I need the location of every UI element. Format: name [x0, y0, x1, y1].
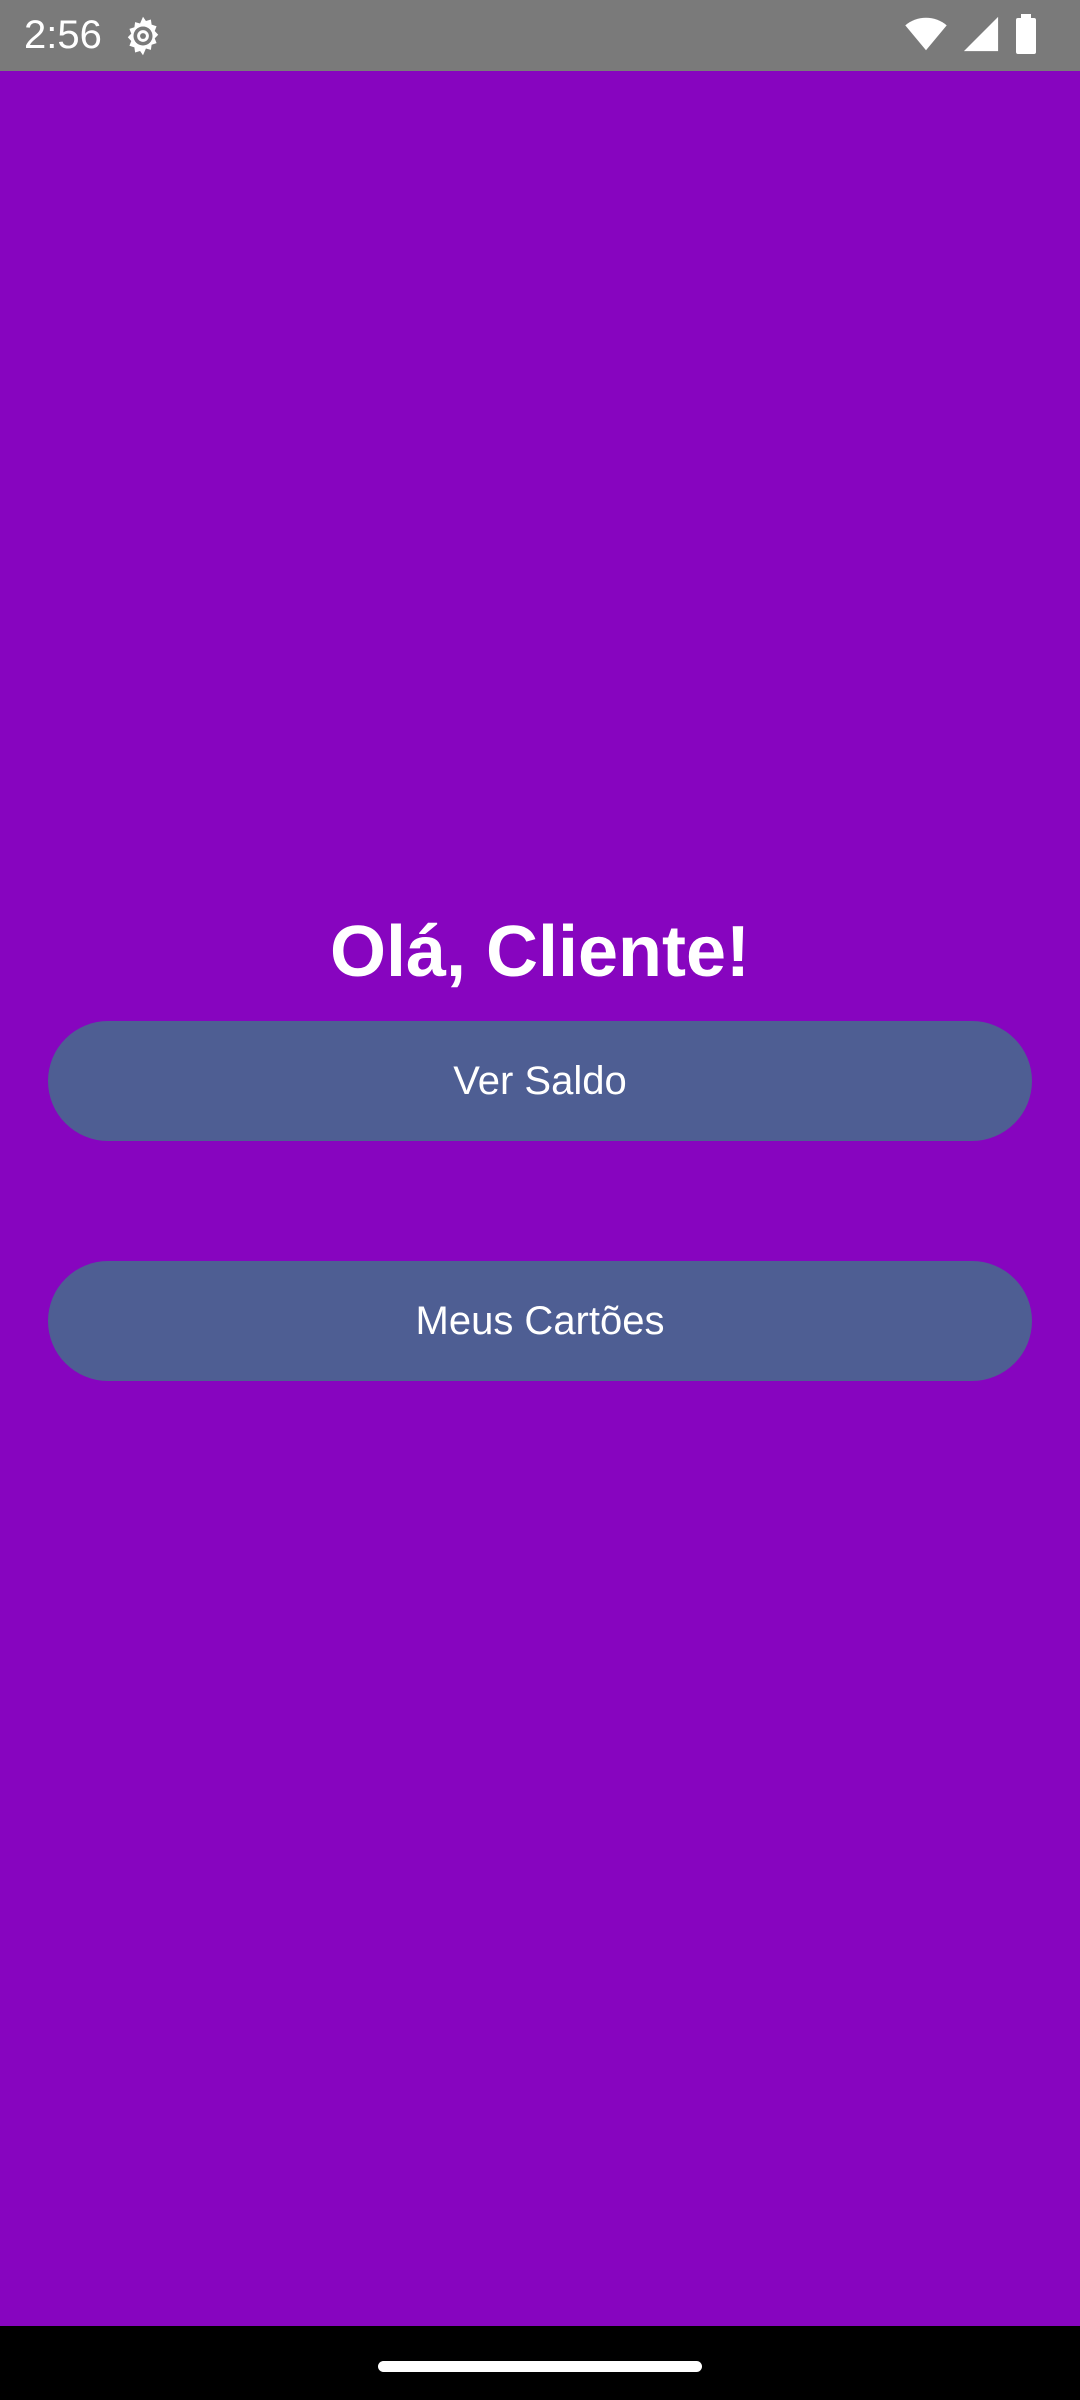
gear-icon: [121, 14, 165, 58]
app-screen: 2:56 Olá, Cliente! Ver Saldo Meus Cartõe…: [0, 0, 1080, 2400]
signal-icon: [962, 15, 1000, 58]
greeting-title: Olá, Cliente!: [329, 912, 751, 992]
status-bar: 2:56: [0, 0, 1080, 71]
wifi-icon: [904, 16, 948, 57]
battery-icon: [1014, 13, 1038, 59]
status-time: 2:56: [24, 13, 102, 57]
navigation-bar: [0, 2326, 1080, 2400]
meus-cartoes-button[interactable]: Meus Cartões: [48, 1261, 1032, 1381]
home-gesture-handle[interactable]: [378, 2361, 702, 2372]
status-icons: [904, 13, 1038, 59]
main-content: Olá, Cliente!: [0, 71, 1080, 2326]
ver-saldo-button[interactable]: Ver Saldo: [48, 1021, 1032, 1141]
